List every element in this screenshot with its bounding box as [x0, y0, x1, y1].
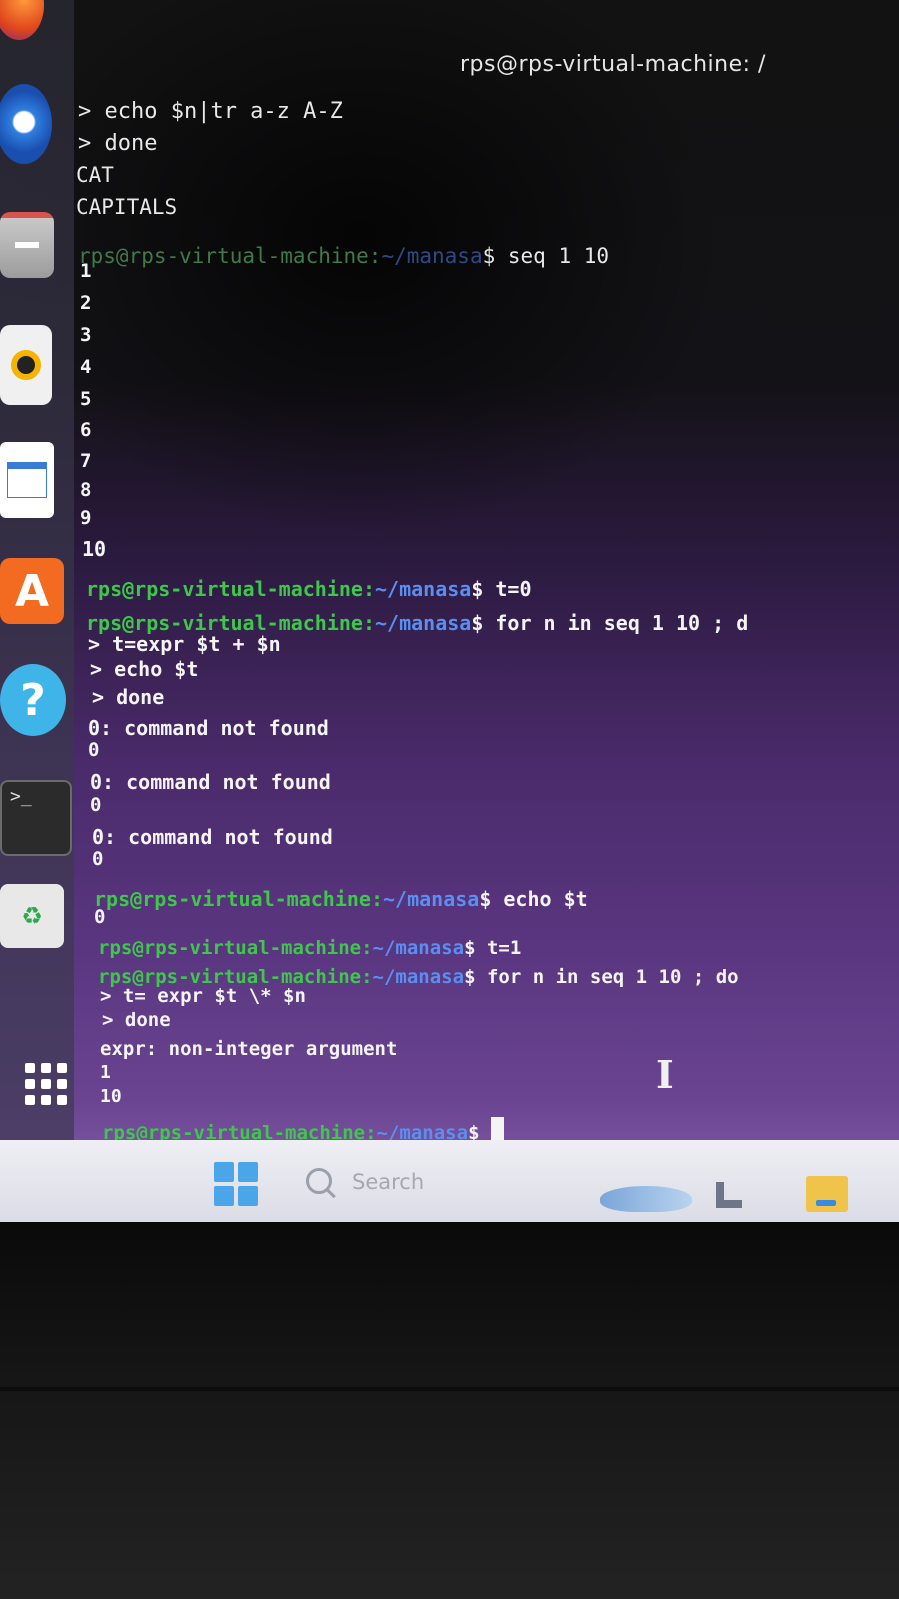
terminal-output-line: 4	[80, 356, 92, 378]
terminal-prompt-line: rps@rps-virtual-machine:~/manasa$ t=0	[86, 577, 532, 601]
terminal-continuation-line: > t= expr $t \* $n	[100, 985, 306, 1007]
prompt-command: $ t=1	[464, 937, 522, 959]
window-title: rps@rps-virtual-machine: /	[460, 52, 766, 77]
terminal-output-line: 10	[82, 537, 107, 561]
prompt-command: $ for n in seq 1 10 ; do	[464, 966, 739, 988]
writer-icon[interactable]	[0, 442, 54, 518]
terminal-output-line: 0: command not found	[90, 770, 331, 794]
terminal-output-line: 7	[80, 450, 92, 472]
terminal-prompt-line: rps@rps-virtual-machine:~/manasa$ echo $…	[94, 887, 588, 911]
prompt-path: ~/manasa	[374, 577, 472, 601]
prompt-user-host: rps@rps-virtual-machine:	[86, 577, 375, 601]
prompt-command: $ for n in seq 1 10 ; d	[471, 611, 749, 635]
terminal-output-line: 0	[94, 906, 106, 928]
trash-icon[interactable]: ♻	[0, 884, 64, 948]
terminal-output-line: 10	[100, 1086, 122, 1107]
terminal-output-line: 0	[90, 794, 102, 816]
prompt-path: ~/manasa	[372, 966, 465, 988]
terminal-output-line: expr: non-integer argument	[100, 1038, 398, 1060]
prompt-user-host: rps@rps-virtual-machine:	[94, 887, 383, 911]
text-cursor-icon: I	[656, 1052, 674, 1097]
terminal-prompt-line: rps@rps-virtual-machine:~/manasa$ seq 1 …	[78, 244, 609, 268]
dock: A ? >_ ♻	[0, 0, 74, 1160]
search-icon[interactable]	[306, 1168, 332, 1194]
terminal-output-line: 0	[88, 739, 100, 761]
terminal-continuation-line: > done	[78, 131, 158, 156]
host-taskbar: Search	[0, 1140, 899, 1222]
prompt-path: ~/manasa	[381, 244, 483, 268]
terminal-output-line: 9	[80, 507, 92, 529]
terminal-output-line: 0: command not found	[88, 716, 329, 740]
prompt-user-host: rps@rps-virtual-machine:	[78, 244, 382, 268]
terminal-output-line: CAPITALS	[76, 195, 178, 219]
rhythmbox-icon[interactable]	[0, 325, 52, 405]
terminal-output-line: 2	[80, 292, 92, 314]
terminal-output-line: 1	[80, 260, 92, 282]
terminal-output-line: 8	[80, 479, 92, 501]
terminal-icon[interactable]: >_	[0, 780, 72, 856]
terminal-output-line: 1	[100, 1062, 111, 1083]
windows-start-icon[interactable]	[214, 1162, 258, 1206]
prompt-command: $ t=0	[471, 577, 532, 601]
weather-widget-icon[interactable]	[600, 1186, 692, 1212]
app-center-icon[interactable]: A	[0, 558, 64, 624]
terminal-continuation-line: > echo $t	[90, 657, 199, 681]
thunderbird-icon[interactable]	[0, 84, 52, 164]
prompt-path: ~/manasa	[382, 887, 480, 911]
terminal-output-line: 3	[80, 324, 92, 346]
taskbar-app-icon[interactable]	[716, 1182, 742, 1208]
taskbar-search-label[interactable]: Search	[352, 1170, 424, 1194]
help-icon[interactable]: ?	[0, 664, 66, 736]
terminal-output-line: 6	[80, 419, 92, 441]
firefox-icon[interactable]	[0, 0, 44, 40]
terminal-continuation-line: > t=expr $t + $n	[88, 632, 281, 656]
laptop-bezel	[0, 1222, 899, 1599]
terminal-output-line: 0	[92, 848, 104, 870]
prompt-command: $ seq 1 10	[482, 244, 610, 268]
prompt-user-host: rps@rps-virtual-machine:	[98, 937, 373, 959]
terminal-output-line: CAT	[76, 163, 114, 187]
terminal-output-line: 0: command not found	[92, 825, 333, 849]
terminal-continuation-line: > done	[92, 685, 165, 709]
prompt-path: ~/manasa	[374, 611, 472, 635]
terminal-output-line: 5	[80, 388, 92, 410]
file-explorer-icon[interactable]	[806, 1176, 848, 1212]
screen: A ? >_ ♻ rps@rps-virtual-machine: / > ec…	[0, 0, 899, 1245]
files-icon[interactable]	[0, 212, 54, 278]
prompt-path: ~/manasa	[372, 937, 465, 959]
prompt-command: $ echo $t	[479, 887, 588, 911]
terminal-continuation-line: > done	[102, 1009, 171, 1031]
terminal-prompt-line: rps@rps-virtual-machine:~/manasa$ t=1	[98, 937, 521, 959]
show-apps-icon[interactable]	[22, 1060, 70, 1108]
terminal-continuation-line: > echo $n|tr a-z A-Z	[78, 99, 343, 124]
